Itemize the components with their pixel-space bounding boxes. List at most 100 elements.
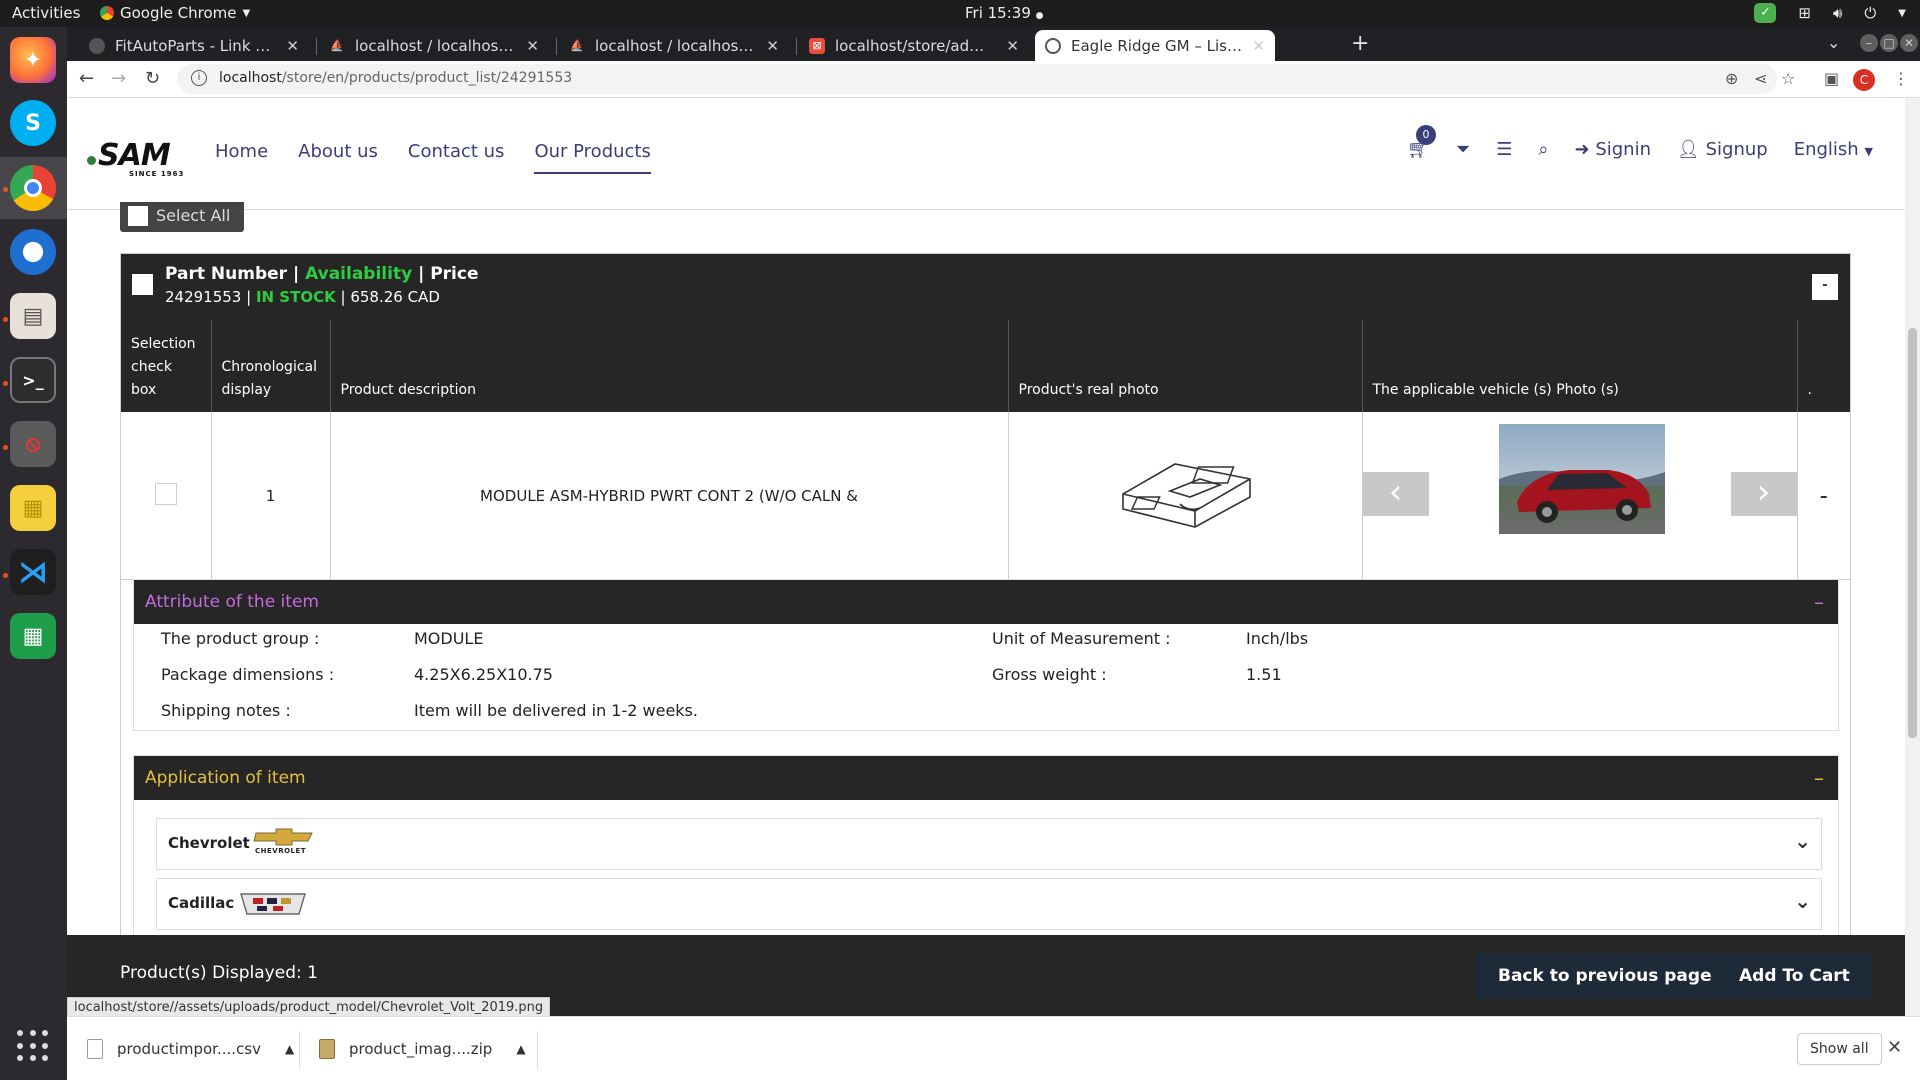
search-icon[interactable]: ⌕ bbox=[1538, 139, 1548, 160]
reload-icon[interactable]: ↻ bbox=[145, 68, 160, 89]
attributes-panel-header[interactable]: Attribute of the item – bbox=[134, 580, 1838, 624]
profile-avatar[interactable]: C bbox=[1853, 69, 1875, 91]
tab-store-admin[interactable]: ⊠ localhost/store/admin/er ✕ bbox=[799, 30, 1029, 61]
carousel-next-button[interactable]: › bbox=[1730, 472, 1797, 516]
row-description: MODULE ASM-HYBRID PWRT CONT 2 (W/O CALN … bbox=[330, 412, 1009, 580]
chevron-up-icon[interactable]: ▲ bbox=[516, 1042, 525, 1056]
screen-recorder-icon[interactable]: ⦸ bbox=[10, 421, 56, 467]
show-all-downloads-button[interactable]: Show all bbox=[1797, 1033, 1882, 1065]
product-header-labels: Part Number | Availability | Price bbox=[165, 264, 479, 284]
skype-icon[interactable]: S bbox=[10, 100, 56, 146]
download-item-csv[interactable]: productimpor....csv ▲ bbox=[87, 1033, 294, 1065]
chevron-down-icon: ▼ bbox=[242, 7, 251, 19]
menu-icon[interactable]: ☰ bbox=[1496, 139, 1512, 160]
forward-icon[interactable]: → bbox=[111, 68, 126, 89]
collapse-product-button[interactable]: - bbox=[1812, 274, 1838, 300]
minimize-icon[interactable]: – bbox=[1860, 34, 1878, 52]
collapse-attributes-icon[interactable]: – bbox=[1814, 580, 1824, 624]
site-header: SAM SINCE 1963 Home About us Contact us … bbox=[67, 98, 1905, 210]
vehicle-photo[interactable] bbox=[1498, 424, 1665, 534]
zoom-icon[interactable]: ⊕ bbox=[1725, 69, 1738, 88]
power-icon[interactable]: ⏻ bbox=[1864, 4, 1876, 22]
maximize-icon[interactable]: □ bbox=[1880, 34, 1898, 52]
product-group-label: The product group : bbox=[161, 629, 320, 648]
codeigniter-icon: ⊠ bbox=[809, 37, 825, 54]
add-to-cart-button[interactable]: Add To Cart bbox=[1717, 953, 1872, 999]
chevron-down-icon[interactable]: ▼ bbox=[1898, 8, 1906, 19]
row-action[interactable]: – bbox=[1797, 412, 1850, 580]
chevron-down-icon[interactable]: ⌄ bbox=[1794, 889, 1811, 913]
select-all-button[interactable]: Select All bbox=[120, 202, 244, 232]
site-logo[interactable]: SAM SINCE 1963 bbox=[87, 138, 183, 178]
nav-products[interactable]: Our Products bbox=[534, 141, 651, 174]
brand-row-chevrolet[interactable]: Chevrolet CHEVROLET ⌄ bbox=[156, 818, 1822, 870]
back-to-previous-button[interactable]: Back to previous page bbox=[1476, 953, 1734, 999]
bookmark-star-icon[interactable]: ☆ bbox=[1781, 69, 1795, 88]
clock[interactable]: Fri 15:39 ● bbox=[965, 4, 1044, 22]
running-indicator bbox=[3, 187, 8, 192]
nav-home[interactable]: Home bbox=[215, 141, 268, 174]
system-tray[interactable]: ✓ ⊞ 🔊︎ ⏻ ▼ bbox=[1754, 3, 1906, 23]
back-icon[interactable]: ← bbox=[79, 68, 94, 89]
brand-row-cadillac[interactable]: Cadillac ⌄ bbox=[156, 878, 1822, 930]
logo-text: SAM bbox=[98, 138, 171, 173]
nav-contact[interactable]: Contact us bbox=[408, 141, 505, 174]
running-indicator bbox=[3, 445, 8, 450]
activities-button[interactable]: Activities bbox=[12, 4, 80, 22]
page-scrollbar[interactable] bbox=[1905, 98, 1920, 1016]
side-panel-icon[interactable]: ▣ bbox=[1824, 69, 1839, 88]
volume-icon[interactable]: 🔊︎ bbox=[1833, 4, 1842, 22]
close-icon[interactable]: ✕ bbox=[1252, 37, 1265, 55]
new-tab-button[interactable]: + bbox=[1351, 31, 1369, 56]
close-icon[interactable]: ✕ bbox=[526, 37, 539, 55]
download-item-zip[interactable]: product_imag....zip ▲ bbox=[319, 1033, 526, 1065]
language-select[interactable]: English ▼ bbox=[1794, 139, 1873, 160]
update-check-icon[interactable]: ✓ bbox=[1754, 3, 1777, 23]
collapse-application-icon[interactable]: – bbox=[1814, 756, 1824, 800]
sticky-notes-icon[interactable]: ▦ bbox=[10, 485, 56, 531]
product-checkbox[interactable] bbox=[132, 274, 153, 295]
close-icon[interactable]: ✕ bbox=[1887, 1037, 1902, 1058]
address-bar[interactable]: i localhost/store/en/products/product_li… bbox=[177, 64, 1777, 94]
application-panel-header[interactable]: Application of item – bbox=[134, 756, 1838, 800]
row-checkbox[interactable] bbox=[154, 482, 177, 505]
filter-icon[interactable]: ⏷ bbox=[1456, 139, 1470, 160]
scrollbar-thumb[interactable] bbox=[1908, 328, 1917, 738]
chevron-up-icon[interactable]: ▲ bbox=[285, 1042, 294, 1056]
site-info-icon[interactable]: i bbox=[191, 70, 207, 86]
uom-label: Unit of Measurement : bbox=[992, 629, 1171, 648]
network-icon[interactable]: ⊞ bbox=[1798, 4, 1811, 22]
more-menu-icon[interactable]: ⋮ bbox=[1893, 69, 1909, 88]
vscode-icon[interactable]: ⋊ bbox=[10, 549, 56, 595]
tab-phpmyadmin-1[interactable]: ⛵ localhost / localhost / eag ✕ bbox=[319, 30, 549, 61]
app-menu[interactable]: Google Chrome ▼ bbox=[100, 4, 250, 22]
thunderbird-icon[interactable]: ✉ bbox=[10, 229, 56, 275]
tab-eagle-ridge[interactable]: Eagle Ridge GM – List of S ✕ bbox=[1035, 30, 1275, 61]
module-part-photo[interactable] bbox=[1115, 449, 1255, 539]
carousel-prev-button[interactable]: ‹ bbox=[1362, 472, 1429, 516]
show-applications-icon[interactable] bbox=[17, 1030, 49, 1062]
chevron-down-icon[interactable]: ⌄ bbox=[1794, 829, 1811, 853]
close-icon[interactable]: ✕ bbox=[766, 37, 779, 55]
running-indicator bbox=[3, 317, 8, 322]
tab-phpmyadmin-2[interactable]: ⛵ localhost / localhost / eag ✕ bbox=[559, 30, 789, 61]
url-text[interactable]: localhost/store/en/products/product_list… bbox=[219, 70, 572, 86]
signup-link[interactable]: 👤︎ Signup bbox=[1677, 139, 1768, 160]
terminal-icon[interactable]: >_ bbox=[10, 357, 56, 403]
close-icon[interactable]: ✕ bbox=[286, 37, 299, 55]
chrome-icon[interactable] bbox=[10, 165, 56, 211]
product-table: Selection check box Chronological displa… bbox=[121, 320, 1850, 580]
close-window-icon[interactable]: ✕ bbox=[1900, 34, 1918, 52]
tab-fitautoparts[interactable]: FitAutoParts - Link Uniqu ✕ bbox=[79, 30, 309, 61]
page-content: Select All Part Number | Availability | … bbox=[67, 202, 1905, 1016]
cart-button[interactable]: 🛒︎ 0 bbox=[1407, 125, 1436, 160]
files-icon[interactable]: ▤ bbox=[10, 293, 56, 339]
close-icon[interactable]: ✕ bbox=[1006, 37, 1019, 55]
signin-link[interactable]: ➜ Signin bbox=[1575, 139, 1652, 160]
tab-search-chevron-icon[interactable]: ⌄ bbox=[1827, 33, 1840, 52]
spreadsheet-icon[interactable]: ▦ bbox=[10, 613, 56, 659]
firefox-icon[interactable]: ✦ bbox=[10, 37, 56, 83]
select-all-checkbox[interactable] bbox=[128, 206, 148, 226]
nav-about[interactable]: About us bbox=[298, 141, 378, 174]
share-icon[interactable]: ⋖ bbox=[1754, 69, 1767, 88]
